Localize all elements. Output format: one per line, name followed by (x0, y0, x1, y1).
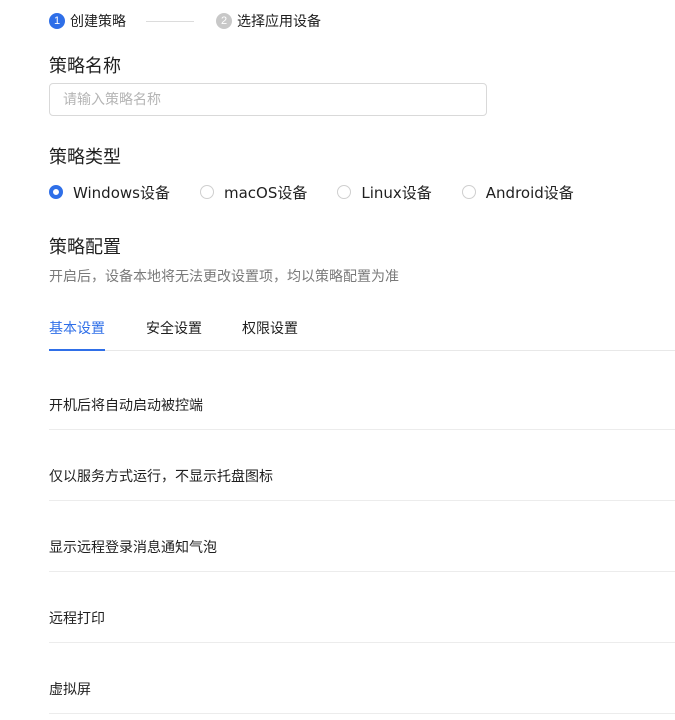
setting-row-remote-print: 远程打印 (49, 572, 675, 643)
step-create-policy: 1 创建策略 (49, 11, 126, 31)
radio-macos[interactable]: macOS设备 (199, 182, 307, 203)
setting-row-autostart: 开机后将自动启动被控端 (49, 359, 675, 430)
policy-config-description: 开启后，设备本地将无法更改设置项，均以策略配置为准 (49, 269, 399, 285)
policy-type-title: 策略类型 (49, 147, 121, 168)
policy-config-title: 策略配置 (49, 237, 121, 258)
step-connector (146, 20, 194, 22)
setting-label: 远程打印 (49, 611, 105, 627)
policy-type-radio-group: Windows设备 macOS设备 Linux设备 Android设备 (49, 182, 604, 202)
tab-security-settings[interactable]: 安全设置 (146, 318, 202, 349)
radio-macos-circle[interactable] (199, 185, 214, 199)
radio-windows-label[interactable]: Windows设备 (73, 182, 170, 203)
policy-name-input[interactable] (49, 83, 487, 116)
settings-tabs: 基本设置 安全设置 权限设置 (49, 318, 675, 351)
radio-linux-circle[interactable] (337, 185, 352, 199)
setting-row-service-mode: 仅以服务方式运行，不显示托盘图标 (49, 430, 675, 501)
policy-name-title: 策略名称 (49, 56, 121, 77)
radio-android-circle[interactable] (461, 185, 476, 199)
radio-windows[interactable]: Windows设备 (49, 182, 170, 203)
step-label-create-policy: 创建策略 (70, 14, 126, 30)
step-label-select-devices: 选择应用设备 (237, 14, 321, 30)
step-select-devices: 2 选择应用设备 (216, 11, 321, 31)
radio-linux[interactable]: Linux设备 (337, 182, 432, 203)
radio-android[interactable]: Android设备 (461, 182, 574, 203)
tab-basic-settings[interactable]: 基本设置 (49, 318, 105, 351)
setting-label: 开机后将自动启动被控端 (49, 398, 203, 414)
setting-row-login-notification: 显示远程登录消息通知气泡 (49, 501, 675, 572)
radio-macos-label[interactable]: macOS设备 (224, 182, 307, 203)
steps-indicator: 1 创建策略 2 选择应用设备 (49, 11, 321, 31)
setting-label: 虚拟屏 (49, 682, 91, 698)
setting-label: 显示远程登录消息通知气泡 (49, 540, 217, 556)
tab-permission-settings[interactable]: 权限设置 (242, 318, 298, 349)
step-number-1: 1 (49, 13, 65, 29)
radio-linux-label[interactable]: Linux设备 (361, 182, 431, 203)
radio-windows-circle[interactable] (49, 185, 63, 199)
setting-row-virtual-screen: 虚拟屏 (49, 643, 675, 714)
step-number-2: 2 (216, 13, 232, 29)
radio-android-label[interactable]: Android设备 (486, 182, 574, 203)
setting-label: 仅以服务方式运行，不显示托盘图标 (49, 469, 273, 485)
